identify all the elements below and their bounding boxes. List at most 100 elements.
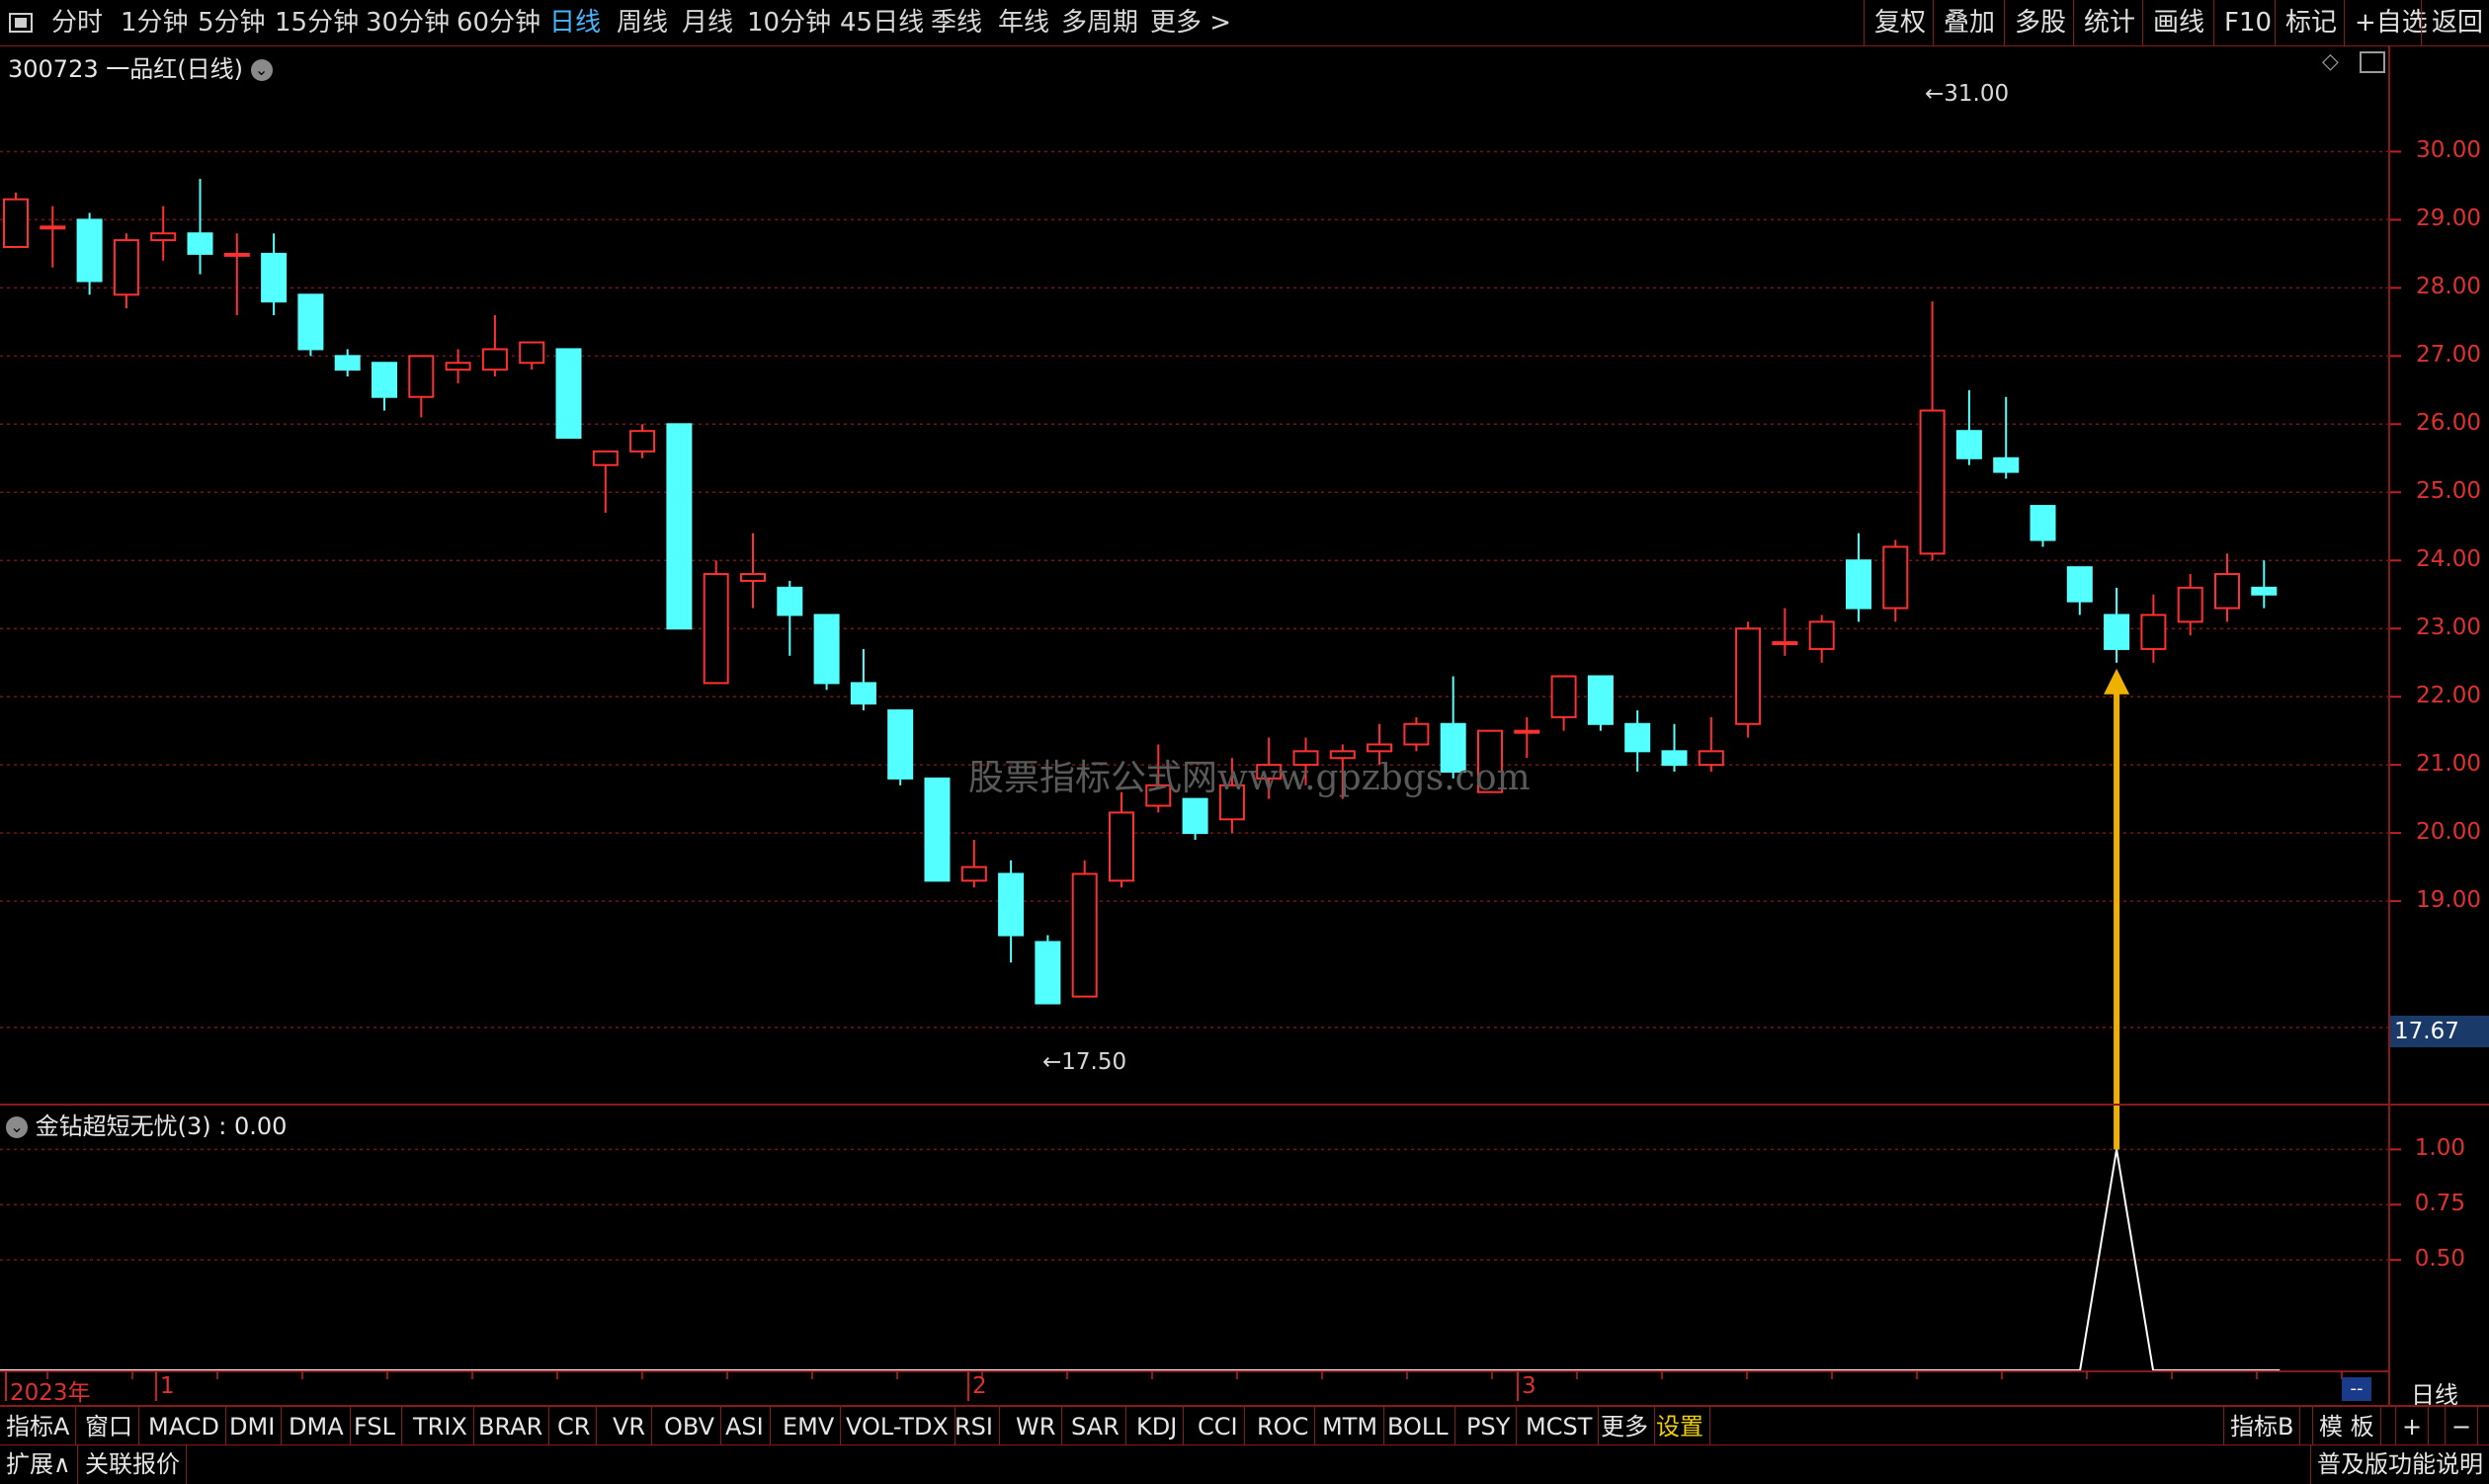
indicator-tab-16[interactable]: SAR bbox=[1065, 1407, 1126, 1446]
period-0[interactable]: 分时 bbox=[51, 0, 103, 45]
candle-body bbox=[777, 586, 803, 617]
toolbar-btn-4[interactable]: 画线 bbox=[2142, 0, 2214, 45]
indicator-tab-8[interactable]: CR bbox=[551, 1407, 598, 1446]
period-12[interactable]: 年线 bbox=[998, 0, 1049, 45]
candle-body bbox=[1772, 641, 1798, 645]
indicator-tab-2[interactable]: MACD bbox=[142, 1407, 226, 1446]
indicator-tab-20[interactable]: MTM bbox=[1316, 1407, 1385, 1446]
price-label: 19.00 bbox=[2416, 887, 2481, 914]
indicator-tab-9[interactable]: VR bbox=[607, 1407, 653, 1446]
indicator-tab-0[interactable]: 指标A bbox=[0, 1407, 77, 1446]
diamond-icon[interactable]: ◇ bbox=[2322, 49, 2339, 74]
candle-body bbox=[666, 423, 693, 630]
panel-toggle-icon[interactable] bbox=[2360, 51, 2385, 73]
scroll-indicator[interactable]: -- bbox=[2342, 1377, 2371, 1401]
indicator-tab-7[interactable]: BRAR bbox=[472, 1407, 550, 1446]
indicator-tab-bar: 指标A 窗口 MACD DMI DMA FSL TRIX BRAR CR VR OBV ASI EMV V… bbox=[0, 1405, 2489, 1446]
indicator-tab-24[interactable]: 更多 bbox=[1595, 1407, 1655, 1446]
high-marker-value: 31.00 bbox=[1944, 81, 2010, 107]
period-5[interactable]: 60分钟 bbox=[456, 0, 540, 45]
date-label: 2 bbox=[972, 1373, 987, 1399]
candle-body bbox=[703, 573, 729, 685]
indicator-dropdown-icon[interactable]: ⌄ bbox=[6, 1116, 28, 1138]
toolbar-btn-2[interactable]: 多股 bbox=[2004, 0, 2076, 45]
candle-body bbox=[1514, 729, 1540, 734]
candle-body bbox=[740, 573, 766, 582]
candle-body bbox=[1882, 545, 1909, 610]
menu-icon[interactable] bbox=[6, 0, 36, 45]
indicator-tab-17[interactable]: KDJ bbox=[1130, 1407, 1185, 1446]
toolbar-btn-3[interactable]: 统计 bbox=[2073, 0, 2145, 45]
price-label: 29.00 bbox=[2416, 206, 2481, 232]
indicator-right-2[interactable]: + bbox=[2395, 1407, 2430, 1446]
indicator-tab-10[interactable]: OBV bbox=[658, 1407, 722, 1446]
indicator-tab-4[interactable]: DMA bbox=[283, 1407, 351, 1446]
price-label: 26.00 bbox=[2416, 410, 2481, 437]
indicator-right-1[interactable]: 模 板 bbox=[2312, 1407, 2381, 1446]
indicator-tab-6[interactable]: TRIX bbox=[407, 1407, 474, 1446]
period-4[interactable]: 30分钟 bbox=[366, 0, 450, 45]
price-label: 27.00 bbox=[2416, 342, 2481, 369]
indicator-tab-19[interactable]: ROC bbox=[1251, 1407, 1316, 1446]
indicator-tab-21[interactable]: BOLL bbox=[1381, 1407, 1455, 1446]
indicator-tab-15[interactable]: WR bbox=[1010, 1407, 1063, 1446]
stock-title: 300723 一品红(日线) ⌄ bbox=[8, 49, 273, 84]
date-label: 1 bbox=[160, 1373, 175, 1399]
indicator-tab-5[interactable]: FSL bbox=[348, 1407, 402, 1446]
candle-body bbox=[76, 218, 103, 283]
indicator-tab-23[interactable]: MCST bbox=[1520, 1407, 1600, 1446]
price-label: 23.00 bbox=[2416, 615, 2481, 641]
price-label: 20.00 bbox=[2416, 819, 2481, 846]
candle-body bbox=[2214, 573, 2240, 610]
indicator-tab-11[interactable]: ASI bbox=[719, 1407, 771, 1446]
indicator-tab-13[interactable]: VOL-TDX bbox=[840, 1407, 955, 1446]
candle-body bbox=[813, 614, 840, 685]
candle-body bbox=[1071, 872, 1098, 998]
period-3[interactable]: 15分钟 bbox=[275, 0, 359, 45]
candle-body bbox=[2066, 566, 2093, 603]
period-9[interactable]: 10分钟 bbox=[747, 0, 831, 45]
candle-body bbox=[481, 348, 508, 371]
toolbar-btn-1[interactable]: 叠加 bbox=[1933, 0, 2005, 45]
candle-body bbox=[1661, 750, 1688, 767]
low-marker: ←17.50 bbox=[1042, 1049, 1127, 1075]
indicator-right-3[interactable]: − bbox=[2445, 1407, 2479, 1446]
indicator-title: ⌄ 金钻超短无忧(3) : 0.00 bbox=[6, 1107, 287, 1141]
toolbar-btn-0[interactable]: 复权 bbox=[1864, 0, 1936, 45]
period-8[interactable]: 月线 bbox=[682, 0, 733, 45]
indicator-right-0[interactable]: 指标B bbox=[2223, 1407, 2301, 1446]
period-7[interactable]: 周线 bbox=[617, 0, 668, 45]
candle-body bbox=[1550, 675, 1577, 718]
toolbar-btn-6[interactable]: 标记 bbox=[2275, 0, 2347, 45]
candle-body bbox=[1109, 811, 1134, 882]
help-link[interactable]: 普及版功能说明 bbox=[2310, 1445, 2489, 1484]
period-6[interactable]: 日线 bbox=[549, 0, 601, 45]
period-13[interactable]: 多周期 bbox=[1061, 0, 1138, 45]
candlestick-chart[interactable] bbox=[0, 0, 2489, 1483]
expand-button[interactable]: 扩展∧ bbox=[0, 1445, 78, 1484]
linked-quote-button[interactable]: 关联报价 bbox=[79, 1445, 187, 1484]
period-11[interactable]: 季线 bbox=[931, 0, 982, 45]
candle-body bbox=[372, 362, 397, 398]
low-marker-value: 17.50 bbox=[1061, 1049, 1127, 1075]
toolbar-btn-8[interactable]: 返回 bbox=[2421, 0, 2489, 45]
indicator-tab-25[interactable]: 设置 bbox=[1650, 1407, 1710, 1446]
dropdown-circle-icon[interactable]: ⌄ bbox=[250, 59, 273, 81]
indicator-line bbox=[0, 1149, 2281, 1371]
period-2[interactable]: 5分钟 bbox=[198, 0, 266, 45]
candle-body bbox=[334, 355, 361, 371]
indicator-tab-22[interactable]: PSY bbox=[1460, 1407, 1518, 1446]
indicator-tab-1[interactable]: 窗口 bbox=[79, 1407, 139, 1446]
candle-body bbox=[592, 450, 619, 466]
candle-body bbox=[998, 872, 1025, 937]
period-10[interactable]: 45日线 bbox=[840, 0, 924, 45]
period-1[interactable]: 1分钟 bbox=[121, 0, 189, 45]
toolbar-btn-5[interactable]: F10 bbox=[2213, 0, 2282, 45]
stock-title-text: 300723 一品红(日线) bbox=[8, 55, 243, 83]
indicator-tab-18[interactable]: CCI bbox=[1192, 1407, 1245, 1446]
indicator-tab-3[interactable]: DMI bbox=[223, 1407, 283, 1446]
indicator-tab-14[interactable]: RSI bbox=[949, 1407, 1000, 1446]
candle-body bbox=[519, 341, 545, 365]
period-14[interactable]: 更多 > bbox=[1150, 0, 1231, 45]
indicator-tab-12[interactable]: EMV bbox=[777, 1407, 842, 1446]
